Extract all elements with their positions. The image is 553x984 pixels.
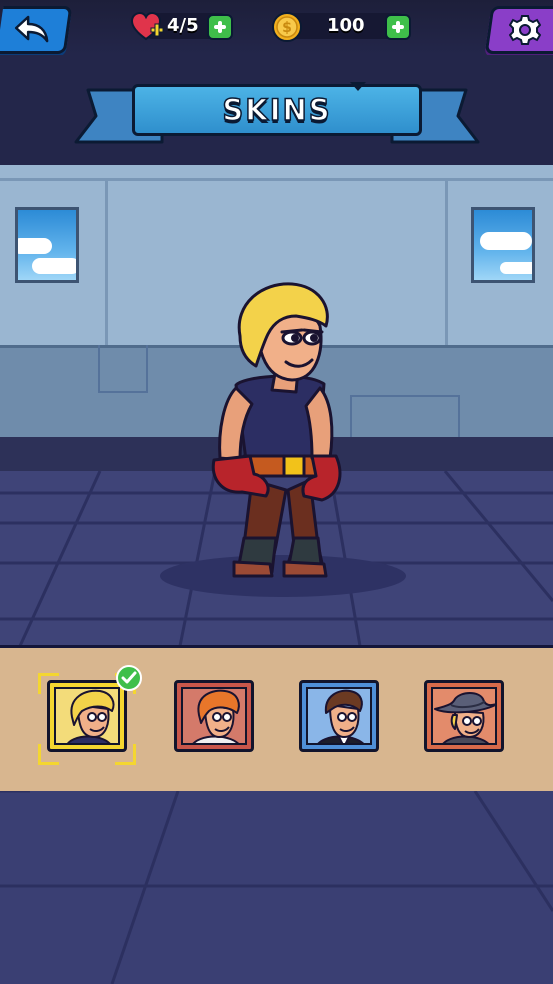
skin-card-blonde-hero[interactable] — [47, 680, 127, 752]
page-title: SKINS — [222, 92, 332, 128]
coin-icon: $ — [272, 12, 302, 42]
wainscot-panel — [98, 345, 148, 393]
add-coins-button[interactable] — [385, 14, 411, 40]
skin-card-detective-hat[interactable] — [424, 680, 504, 752]
selected-check-icon — [116, 665, 142, 691]
skin-portrait-detective — [434, 692, 495, 743]
skin-card-brown-hair-suit[interactable] — [299, 680, 379, 752]
window-left — [15, 207, 79, 283]
coins-value: 100 — [327, 15, 365, 36]
add-lives-button[interactable] — [207, 14, 233, 40]
wall-seam — [445, 180, 448, 345]
wainscot-panel — [350, 395, 460, 437]
skin-portrait-brown-hair — [317, 689, 364, 743]
wall-trim — [0, 178, 553, 181]
character-preview — [211, 282, 342, 578]
back-arrow-icon — [14, 15, 49, 43]
settings-button[interactable] — [484, 6, 553, 54]
lives-value: 4/5 — [167, 15, 199, 36]
skin-portrait-orange-hair — [192, 689, 240, 743]
heart-plus-icon — [131, 12, 164, 41]
back-button[interactable] — [0, 6, 73, 54]
wall-seam — [105, 180, 108, 345]
gear-icon — [509, 15, 541, 45]
skin-card-orange-hair-scientist[interactable] — [174, 680, 254, 752]
svg-text:$: $ — [282, 20, 292, 36]
window-right — [471, 207, 535, 283]
skin-portrait-blonde-hero — [67, 689, 115, 743]
lower-floor — [0, 791, 553, 984]
